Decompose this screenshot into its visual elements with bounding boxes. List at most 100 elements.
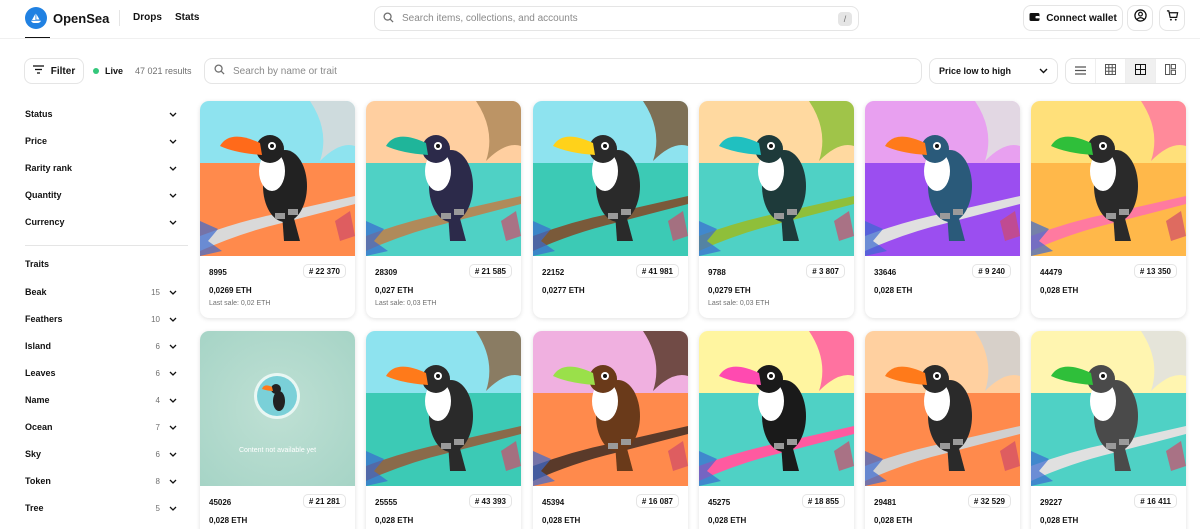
profile-button[interactable] [1127, 5, 1153, 31]
nft-card-details: 45275 # 18 855 0,028 ETH [699, 486, 854, 529]
nft-card-details: 44479 # 13 350 0,028 ETH [1031, 256, 1186, 318]
list-view-icon [1075, 62, 1086, 80]
grid-small-icon [1105, 62, 1116, 80]
token-id: 44479 [1040, 268, 1063, 277]
trait-filter-sky[interactable]: Sky 6 [25, 446, 177, 462]
nft-card[interactable]: 44479 # 13 350 0,028 ETH [1031, 101, 1186, 318]
nft-card[interactable]: 29227 # 16 411 0,028 ETH [1031, 331, 1186, 529]
wallet-icon [1029, 12, 1040, 25]
trait-filter-island[interactable]: Island 6 [25, 338, 177, 354]
connect-wallet-label: Connect wallet [1046, 12, 1117, 24]
trait-filter-name[interactable]: Name 4 [25, 392, 177, 408]
chevron-down-icon [169, 449, 177, 459]
nft-card[interactable]: 22152 # 41 981 0,0277 ETH [533, 101, 688, 318]
trait-filter-beak[interactable]: Beak 15 [25, 284, 177, 300]
trait-filter-feathers[interactable]: Feathers 10 [25, 311, 177, 327]
nft-image [1031, 331, 1186, 486]
nft-card[interactable]: 9788 # 3 807 0,0279 ETH Last sale: 0,03 ETH [699, 101, 854, 318]
global-search-bar[interactable]: / [374, 6, 859, 31]
rarity-rank-badge: # 22 370 [302, 264, 346, 278]
price: 0,028 ETH [1040, 516, 1079, 525]
chevron-down-icon [169, 217, 177, 227]
token-id: 45394 [542, 498, 565, 507]
trait-label: Tree [25, 503, 44, 513]
trait-search-input[interactable] [233, 65, 921, 77]
nft-card[interactable]: 45275 # 18 855 0,028 ETH [699, 331, 854, 529]
sidebar-divider [25, 245, 188, 246]
trait-label: Leaves [25, 368, 56, 378]
trait-label: Sky [25, 449, 42, 459]
nav-link-stats[interactable]: Stats [175, 12, 199, 23]
price: 0,0269 ETH [209, 286, 252, 295]
trait-count: 7 [155, 422, 160, 432]
filter-currency[interactable]: Currency [25, 214, 177, 230]
nft-image [533, 331, 688, 486]
trait-label: Token [25, 476, 51, 486]
nft-card-details: 9788 # 3 807 0,0279 ETH Last sale: 0,03 ETH [699, 256, 854, 318]
nft-card[interactable]: 45394 # 16 087 0,028 ETH [533, 331, 688, 529]
opensea-logo[interactable]: OpenSea [25, 7, 109, 29]
grid-small-view-button[interactable] [1096, 59, 1126, 83]
filter-price[interactable]: Price [25, 133, 177, 149]
price: 0,027 ETH [375, 286, 414, 295]
trait-filter-tree[interactable]: Tree 5 [25, 500, 177, 516]
list-view-button[interactable] [1066, 59, 1096, 83]
live-indicator-dot [93, 68, 99, 74]
grid-large-view-button[interactable] [1126, 59, 1156, 83]
trait-count: 15 [151, 287, 160, 297]
rarity-rank-badge: # 9 240 [972, 264, 1011, 278]
nft-card[interactable]: 33646 # 9 240 0,028 ETH [865, 101, 1020, 318]
grid-detail-view-button[interactable] [1156, 59, 1185, 83]
rarity-rank-badge: # 16 411 [1134, 494, 1177, 508]
trait-label: Beak [25, 287, 47, 297]
filter-label: Quantity [25, 190, 62, 200]
token-id: 25555 [375, 498, 398, 507]
price: 0,028 ETH [1040, 286, 1079, 295]
top-navigation: OpenSea Drops Stats / Connect wallet [0, 0, 1200, 37]
filter-icon [32, 65, 44, 77]
filter-status[interactable]: Status [25, 106, 177, 122]
nft-card-details: 29227 # 16 411 0,028 ETH [1031, 486, 1186, 529]
nft-card[interactable]: Content not available yet 45026 # 21 281 0,… [200, 331, 355, 529]
connect-wallet-button[interactable]: Connect wallet [1023, 5, 1123, 31]
chevron-down-icon [169, 314, 177, 324]
filter-toggle-button[interactable]: Filter [24, 58, 84, 84]
nft-image [865, 331, 1020, 486]
search-icon [214, 62, 225, 80]
trait-count: 8 [155, 476, 160, 486]
nft-image [366, 101, 521, 256]
nft-card[interactable]: 29481 # 32 529 0,028 ETH [865, 331, 1020, 529]
rarity-rank-badge: # 21 585 [468, 264, 512, 278]
trait-count: 10 [151, 314, 160, 324]
nft-card-details: 45394 # 16 087 0,028 ETH [533, 486, 688, 529]
cart-button[interactable] [1159, 5, 1185, 31]
rarity-rank-badge: # 32 529 [967, 494, 1011, 508]
search-icon [383, 10, 394, 28]
token-id: 29227 [1040, 498, 1063, 507]
trait-count: 6 [155, 449, 160, 459]
grid-detail-icon [1165, 62, 1176, 80]
results-count: 47 021 results [135, 66, 192, 76]
traits-heading: Traits [25, 259, 50, 269]
nft-card[interactable]: 28309 # 21 585 0,027 ETH Last sale: 0,03 ET… [366, 101, 521, 318]
nft-card[interactable]: 8995 # 22 370 0,0269 ETH Last sale: 0,02 ET… [200, 101, 355, 318]
filter-label: Status [25, 109, 53, 119]
price: 0,028 ETH [874, 516, 913, 525]
filter-quantity[interactable]: Quantity [25, 187, 177, 203]
nav-link-drops[interactable]: Drops [133, 12, 162, 23]
search-shortcut-key: / [838, 11, 852, 26]
token-id: 45275 [708, 498, 731, 507]
global-search-input[interactable] [402, 13, 838, 24]
trait-search-bar[interactable] [204, 58, 922, 84]
trait-filter-leaves[interactable]: Leaves 6 [25, 365, 177, 381]
trait-filter-ocean[interactable]: Ocean 7 [25, 419, 177, 435]
trait-filter-token[interactable]: Token 8 [25, 473, 177, 489]
nft-card-details: 22152 # 41 981 0,0277 ETH [533, 256, 688, 318]
chevron-down-icon [1039, 66, 1048, 76]
nft-placeholder-image: Content not available yet [200, 331, 355, 486]
nft-card[interactable]: 25555 # 43 393 0,028 ETH [366, 331, 521, 529]
trait-label: Ocean [25, 422, 53, 432]
sort-dropdown[interactable]: Price low to high [929, 58, 1058, 84]
filter-rarity-rank[interactable]: Rarity rank [25, 160, 177, 176]
filter-label: Filter [50, 65, 76, 77]
